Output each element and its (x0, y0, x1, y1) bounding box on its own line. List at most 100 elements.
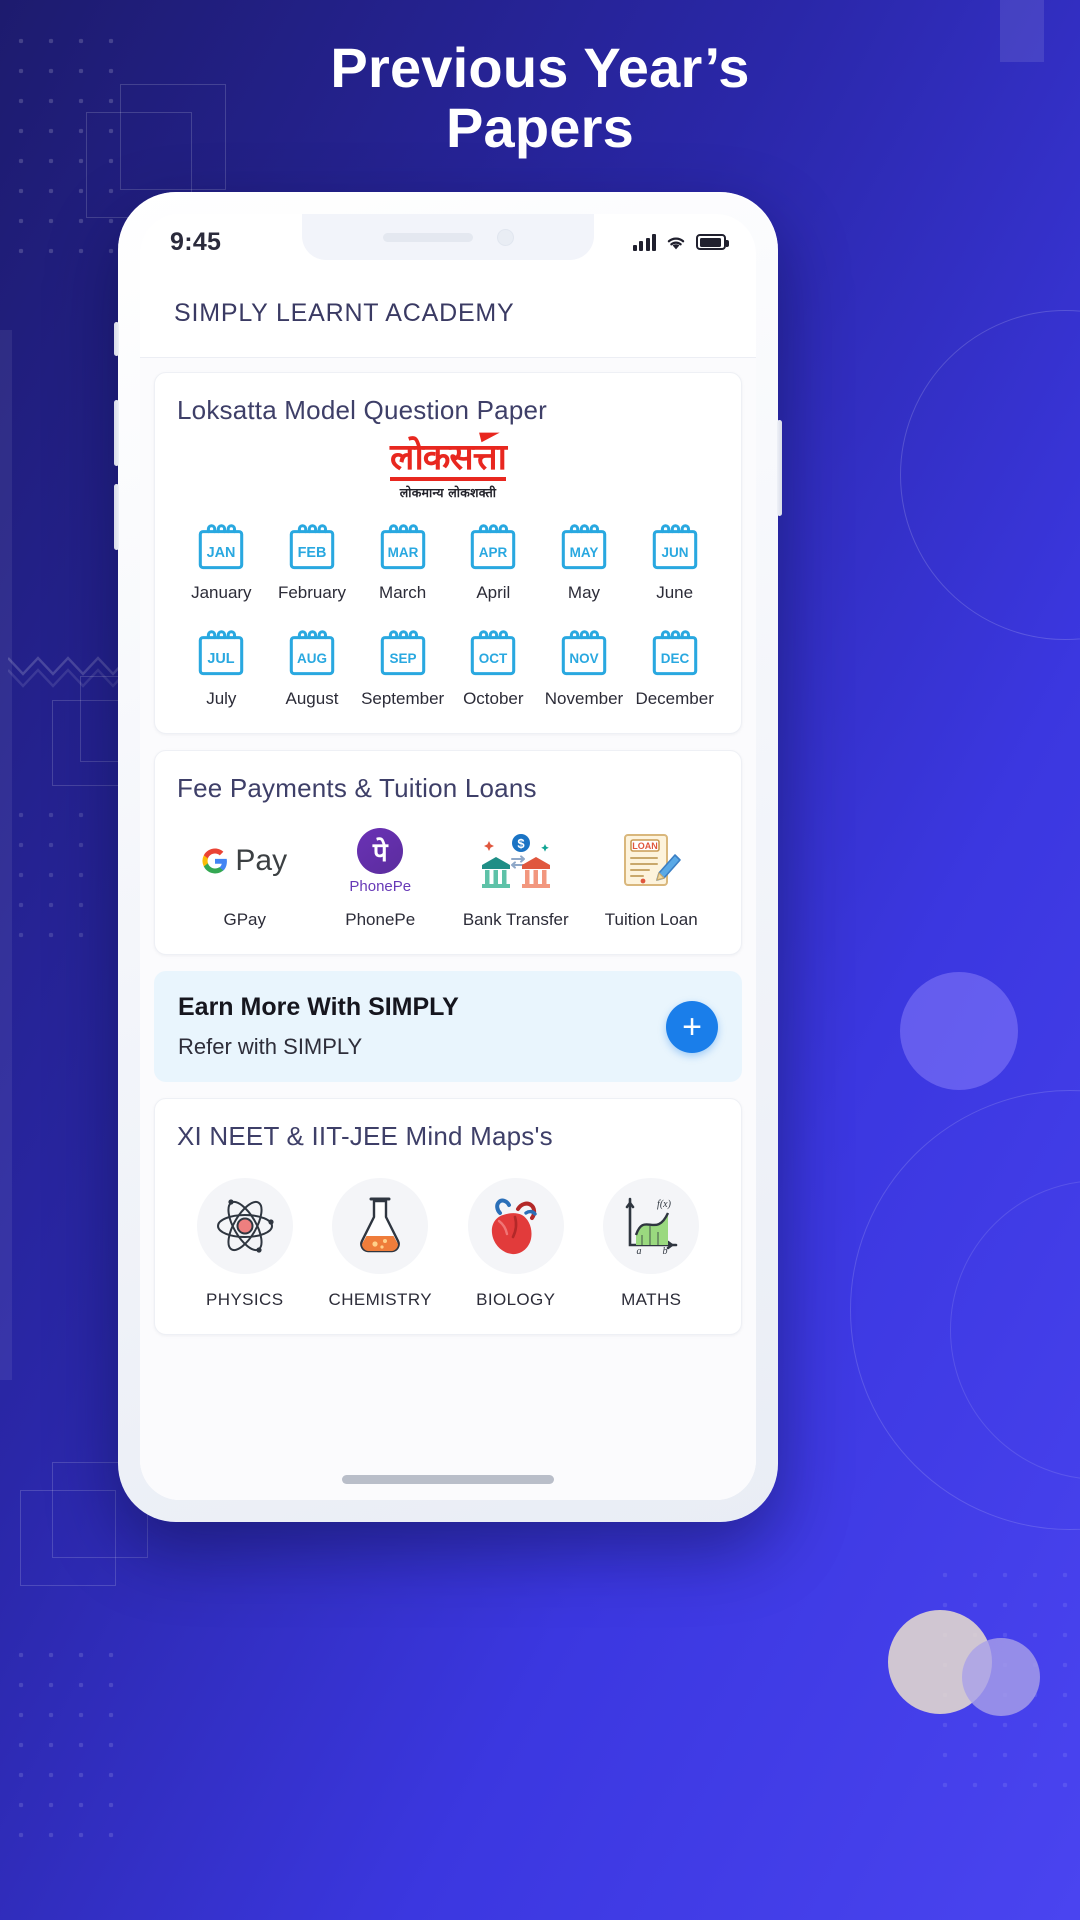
bank-right (521, 857, 550, 888)
month-item-november[interactable]: NOV November (540, 625, 629, 709)
subject-item-physics[interactable]: PHYSICS (177, 1178, 313, 1310)
wifi-icon (667, 236, 685, 249)
loksatta-papers-card: Loksatta Model Question Paper लोकसत्ता ल… (154, 372, 742, 734)
subject-item-biology[interactable]: BIOLOGY (448, 1178, 584, 1310)
month-grid-row-2: JUL July AUG August SEP September OCT Oc… (177, 625, 719, 709)
bank-transfer-art: $ (479, 830, 553, 892)
hero-heading: Previous Year’s Papers (0, 36, 1080, 159)
month-item-july[interactable]: JUL July (177, 625, 266, 709)
svg-text:a: a (637, 1246, 642, 1257)
calendar-month-abbr: FEB (298, 545, 327, 561)
payment-method-bank-transfer[interactable]: $ Bank Transfer (448, 830, 584, 930)
calendar-month-abbr: JUN (661, 545, 688, 560)
month-label: December (635, 689, 714, 708)
loksatta-logo-main: लोकसत्ता (390, 440, 507, 481)
calendar-month-abbr: MAY (570, 545, 599, 560)
papers-card-title: Loksatta Model Question Paper (177, 395, 548, 425)
calendar-icon: JUN (652, 524, 697, 570)
payment-method-tuition-loan[interactable]: LOAN Tuition Loan (584, 830, 720, 930)
calendar-icon: JAN (199, 524, 244, 570)
deco-circle-purple (900, 972, 1018, 1090)
app-content-scroll[interactable]: Loksatta Model Question Paper लोकसत्ता ल… (140, 358, 756, 1500)
deco-zigzag (8, 656, 128, 688)
calendar-icon: JUL (199, 630, 244, 676)
payment-label: PhonePe (345, 910, 416, 929)
deco-left-stripe (0, 330, 12, 1380)
calendar-month-abbr: DEC (660, 651, 689, 666)
month-item-august[interactable]: AUG August (268, 625, 357, 709)
month-item-march[interactable]: MAR March (358, 519, 447, 603)
deco-wire-cube (20, 1490, 116, 1586)
deco-dot-grid (930, 1560, 1080, 1800)
deco-dot-grid (6, 1640, 116, 1840)
bank-transfer-icon: $ (481, 834, 550, 888)
subject-item-chemistry[interactable]: CHEMISTRY (313, 1178, 449, 1310)
deco-circle-cream (888, 1610, 992, 1714)
status-time: 9:45 (170, 227, 222, 256)
subject-label: MATHS (621, 1290, 682, 1309)
month-item-april[interactable]: APR April (449, 519, 538, 603)
plus-icon[interactable]: + (666, 1000, 718, 1053)
calendar-icon: MAR (380, 524, 425, 570)
calendar-month-abbr: NOV (569, 651, 598, 666)
subject-label: BIOLOGY (476, 1290, 556, 1309)
calendar-month-abbr: JUL (208, 651, 235, 667)
deco-ring (900, 310, 1080, 640)
subjects-grid: PHYSICS CHEMISTRY BIOLOGY f(x) a b MATHS (177, 1178, 719, 1310)
calendar-icon: MAY (561, 524, 607, 570)
calendar-month-abbr: MAR (387, 545, 418, 560)
earpiece-speaker-icon (382, 232, 473, 242)
home-indicator[interactable] (342, 1475, 554, 1484)
payment-label: Bank Transfer (462, 910, 569, 929)
subject-icon-wrap (332, 1178, 429, 1274)
app-title: SIMPLY LEARNT ACADEMY (174, 299, 515, 327)
mindmaps-card: XI NEET & IIT-JEE Mind Maps's PHYSICS CH… (154, 1098, 742, 1335)
month-item-october[interactable]: OCT October (449, 625, 538, 709)
fee-payments-card: Fee Payments & Tuition Loans Pay GPay पे… (154, 750, 742, 955)
calendar-month-abbr: AUG (297, 651, 327, 666)
loksatta-logo: लोकसत्ता लोकमान्य लोकशक्ती (177, 440, 719, 501)
month-item-january[interactable]: JAN January (177, 519, 266, 603)
calendar-icon: APR (471, 524, 516, 570)
payment-label: GPay (223, 910, 267, 929)
gpay-art: Pay (202, 830, 287, 892)
payment-method-phonepe[interactable]: पे PhonePe PhonePe (313, 827, 449, 930)
month-item-december[interactable]: DEC December (630, 625, 719, 709)
subject-item-maths[interactable]: f(x) a b MATHS (584, 1178, 720, 1310)
hero-line-1: Previous Year’s (330, 36, 750, 99)
maths-function-glyph: f(x) (657, 1199, 672, 1210)
referral-banner[interactable]: Earn More With SIMPLY Refer with SIMPLY … (154, 971, 742, 1082)
calendar-month-abbr: JAN (207, 545, 236, 561)
month-item-february[interactable]: FEB February (268, 519, 357, 603)
front-camera-icon (496, 228, 514, 246)
month-label: April (476, 583, 511, 602)
month-item-september[interactable]: SEP September (358, 625, 447, 709)
month-label: February (277, 583, 346, 602)
deco-dot-grid (6, 800, 106, 940)
calendar-month-abbr: OCT (479, 651, 508, 666)
month-item-june[interactable]: JUN June (630, 519, 719, 603)
phonepe-art: पे PhonePe (349, 827, 411, 895)
month-label: October (463, 689, 524, 708)
payment-method-gpay[interactable]: Pay GPay (177, 830, 313, 930)
app-header: SIMPLY LEARNT ACADEMY (140, 270, 756, 358)
month-label: August (285, 689, 339, 708)
deco-ring (950, 1180, 1080, 1480)
month-label: November (544, 689, 624, 708)
calendar-icon: AUG (289, 630, 335, 676)
google-g-icon (202, 848, 228, 874)
deco-ring (850, 1090, 1080, 1530)
signal-bars-icon (632, 233, 656, 251)
referral-title: Earn More With SIMPLY (178, 993, 459, 1021)
tuition-loan-art: LOAN (619, 830, 683, 892)
payments-card-title: Fee Payments & Tuition Loans (177, 773, 537, 803)
heart-anatomy-icon (491, 1198, 537, 1255)
phonepe-glyph: पे (372, 837, 388, 868)
calendar-icon: FEB (289, 524, 335, 570)
phone-notch (302, 214, 594, 260)
month-item-may[interactable]: MAY May (540, 519, 629, 603)
loan-doc-text: LOAN (633, 841, 659, 851)
gpay-brand-text: Pay (235, 844, 288, 877)
calendar-icon: DEC (652, 630, 697, 676)
phone-button-mute (114, 322, 119, 356)
